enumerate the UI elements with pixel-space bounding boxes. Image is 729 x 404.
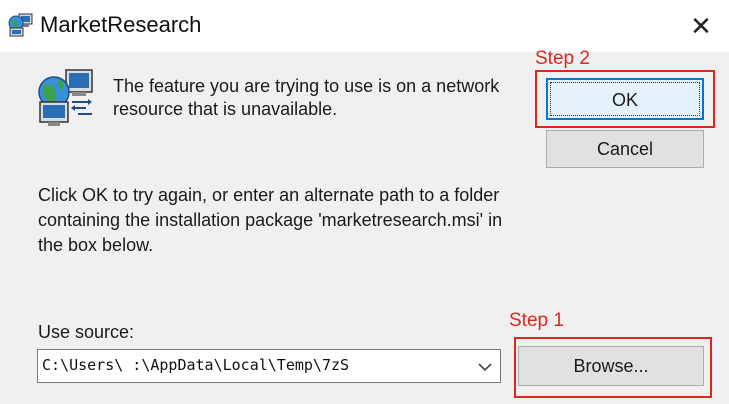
instructions-text: Click OK to try again, or enter an alter… — [38, 185, 503, 255]
title-bar[interactable]: MarketResearch ✕ — [0, 0, 729, 52]
use-source-label: Use source: — [38, 322, 135, 342]
step2-annotation-label: Step 2 — [535, 48, 590, 69]
close-button[interactable]: ✕ — [687, 12, 715, 40]
step1-annotation-label: Step 1 — [509, 310, 564, 331]
use-source-input[interactable]: C:\Users\ :\AppData\Local\Temp\7zS — [42, 356, 470, 374]
step2-highlight-box — [535, 70, 715, 128]
installer-network-icon — [8, 13, 33, 37]
step1-highlight-box — [514, 337, 712, 398]
network-computers-icon — [38, 69, 93, 126]
window-title: MarketResearch — [40, 12, 202, 37]
close-icon: ✕ — [690, 11, 712, 41]
chevron-down-icon[interactable] — [476, 360, 494, 374]
use-source-combobox[interactable]: C:\Users\ :\AppData\Local\Temp\7zS — [37, 349, 501, 383]
message-text: The feature you are trying to use is on … — [113, 76, 500, 119]
cancel-button[interactable]: Cancel — [546, 130, 704, 168]
